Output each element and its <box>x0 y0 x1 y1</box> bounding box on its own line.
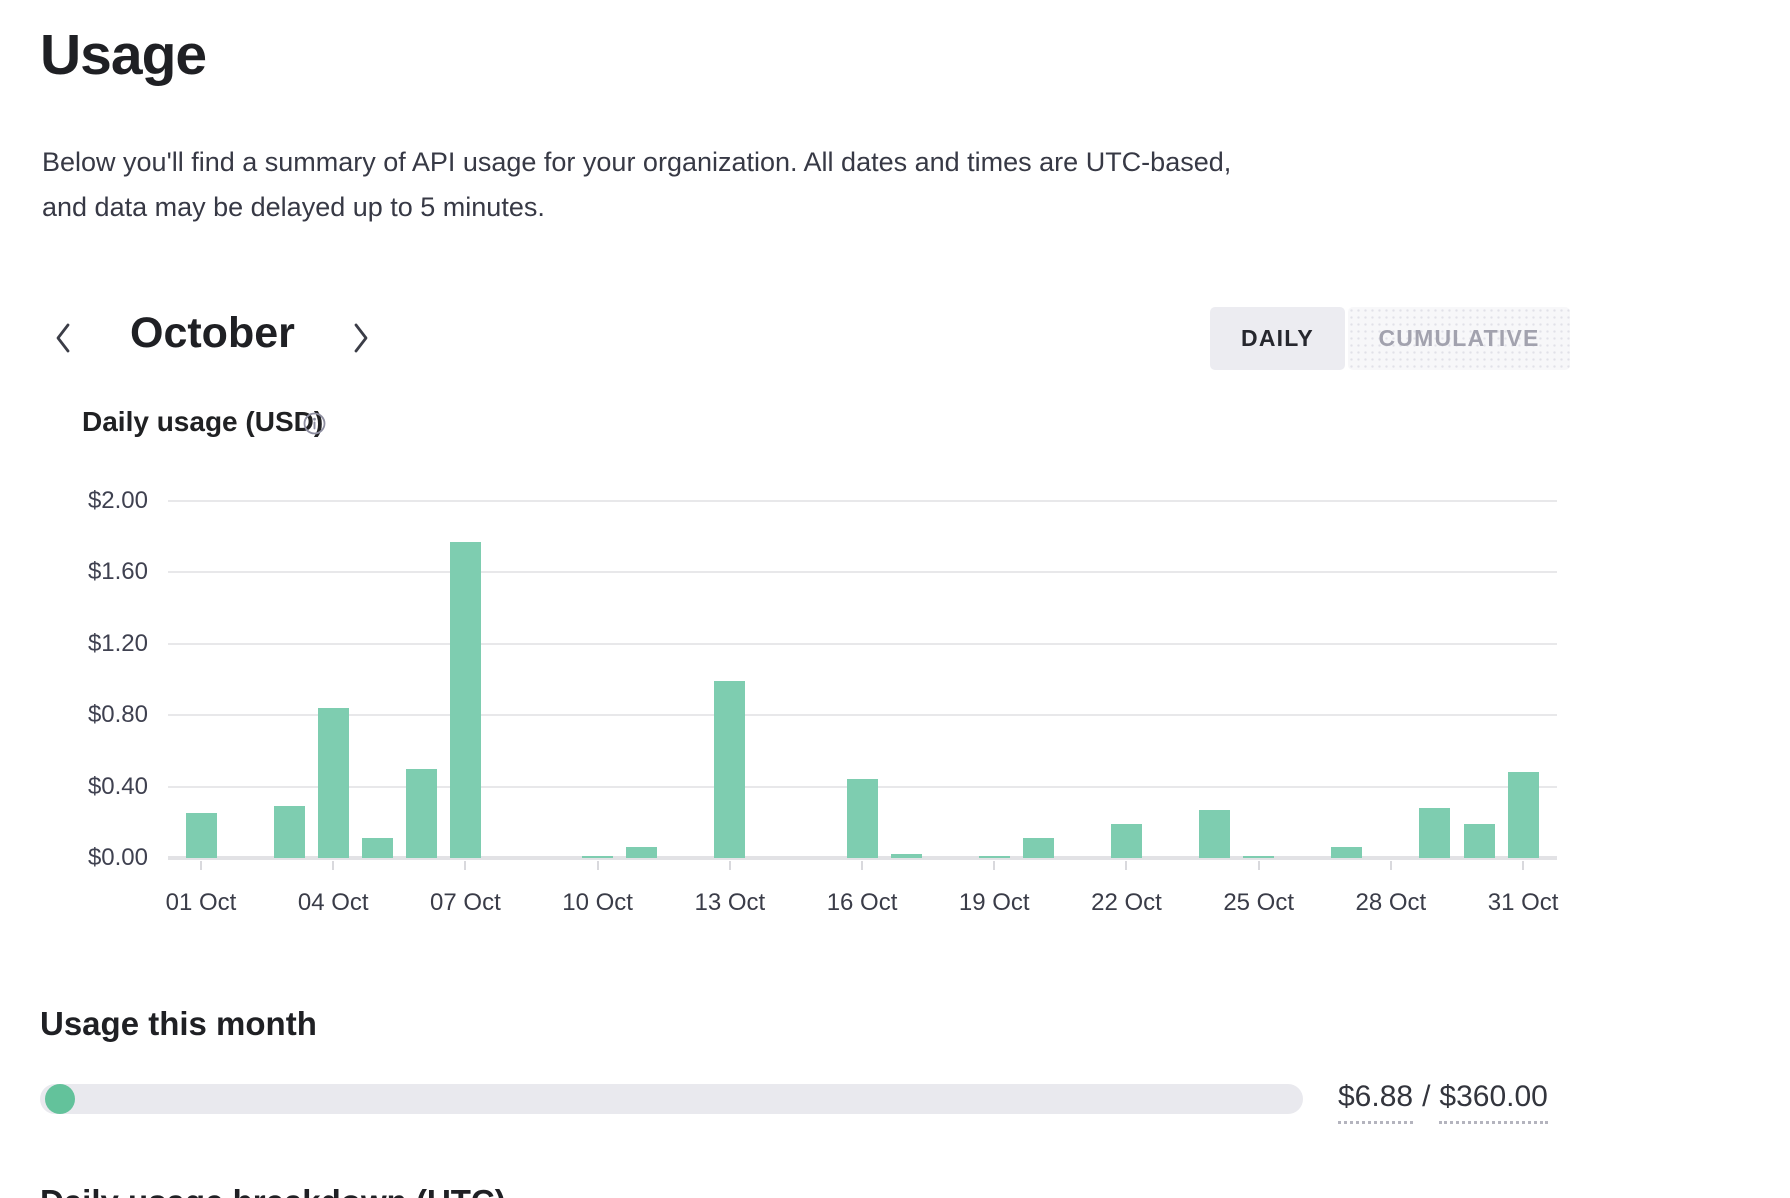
usage-used-amount[interactable]: $6.88 <box>1338 1080 1413 1124</box>
usage-bar <box>406 769 437 858</box>
x-axis-tick <box>464 861 466 870</box>
x-axis-tick <box>1258 861 1260 870</box>
y-axis-label: $2.00 <box>40 487 148 515</box>
usage-bar <box>450 542 481 858</box>
usage-bar <box>1243 856 1274 858</box>
x-axis-tick <box>597 861 599 870</box>
usage-this-month-heading: Usage this month <box>40 1005 317 1043</box>
x-axis-label: 10 Oct <box>538 889 658 917</box>
x-axis-tick <box>861 861 863 870</box>
usage-bar <box>1508 772 1539 858</box>
usage-progress-bar <box>40 1084 1303 1114</box>
chart-gridline <box>168 500 1557 502</box>
x-axis-label: 22 Oct <box>1066 889 1186 917</box>
usage-bar <box>318 708 349 858</box>
usage-limit-amount[interactable]: $360.00 <box>1439 1080 1547 1124</box>
usage-bar <box>979 856 1010 858</box>
daily-usage-chart: $2.00 $1.60 $1.20 $0.80 $0.40 $0.00 01 Oct 04 O… <box>0 0 1790 940</box>
x-axis-label: 31 Oct <box>1463 889 1583 917</box>
x-axis-label: 28 Oct <box>1331 889 1451 917</box>
y-axis-label: $1.60 <box>40 558 148 586</box>
usage-progress-fill <box>45 1084 75 1114</box>
x-axis-label: 01 Oct <box>141 889 261 917</box>
x-axis-tick <box>1390 861 1392 870</box>
usage-bar <box>186 813 217 858</box>
y-axis-label: $1.20 <box>40 630 148 658</box>
x-axis-label: 04 Oct <box>273 889 393 917</box>
x-axis-label: 25 Oct <box>1199 889 1319 917</box>
x-axis-tick <box>200 861 202 870</box>
usage-bar <box>1023 838 1054 858</box>
x-axis-label: 13 Oct <box>670 889 790 917</box>
usage-bar <box>1331 847 1362 858</box>
usage-bar <box>1464 824 1495 858</box>
x-axis-tick <box>1522 861 1524 870</box>
x-axis-tick <box>332 861 334 870</box>
usage-bar <box>714 681 745 858</box>
x-axis-label: 16 Oct <box>802 889 922 917</box>
usage-bar <box>1111 824 1142 858</box>
x-axis-label: 19 Oct <box>934 889 1054 917</box>
daily-breakdown-heading: Daily usage breakdown (UTC) <box>40 1183 506 1198</box>
x-axis-tick <box>1125 861 1127 870</box>
chart-gridline <box>168 571 1557 573</box>
x-axis-tick <box>993 861 995 870</box>
usage-bar <box>891 854 922 858</box>
y-axis-label: $0.40 <box>40 773 148 801</box>
x-axis-label: 07 Oct <box>405 889 525 917</box>
usage-bar <box>362 838 393 858</box>
usage-bar <box>1419 808 1450 858</box>
x-axis-tick <box>729 861 731 870</box>
chart-gridline <box>168 643 1557 645</box>
usage-amount-row: $6.88 / $360.00 <box>1338 1080 1548 1124</box>
y-axis-label: $0.80 <box>40 701 148 729</box>
usage-bar <box>582 856 613 858</box>
usage-bar <box>1199 810 1230 858</box>
usage-bar <box>847 779 878 858</box>
chart-gridline <box>168 714 1557 716</box>
usage-amount-separator: / <box>1422 1080 1430 1124</box>
usage-bar <box>626 847 657 858</box>
usage-bar <box>274 806 305 858</box>
y-axis-label: $0.00 <box>40 844 148 872</box>
